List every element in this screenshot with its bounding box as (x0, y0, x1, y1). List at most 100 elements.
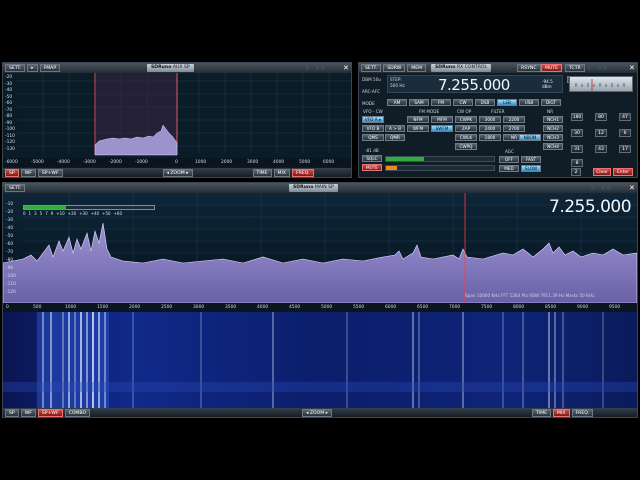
rx-nch4-button[interactable]: NCH4 (543, 143, 563, 150)
rx-wfm-button[interactable]: WFM (407, 125, 429, 132)
rx-agc-label: AGC (505, 149, 514, 154)
rx-mute-toggle[interactable]: MUTE (362, 164, 382, 171)
aux-sp-button[interactable]: SP (5, 168, 19, 177)
rx-mode-cw[interactable]: CW (453, 99, 473, 106)
rx-volume-slider[interactable] (385, 165, 495, 171)
rx-key-8[interactable]: 8 (571, 159, 583, 167)
rx-title-bar: SETT. SDRW MEM SDRuno RX CONTROL RSYNC M… (359, 63, 637, 73)
main-combo-button[interactable]: COMBO (64, 408, 91, 417)
rx-nbom-button[interactable]: NBOM (519, 134, 541, 141)
rx-qmr-button[interactable]: QMR (385, 134, 405, 141)
main-s-tick: +20 (67, 211, 77, 216)
rx-nch1-button[interactable]: NCH1 (543, 116, 563, 123)
rx-vfo-b-button[interactable]: VFO B (362, 125, 384, 132)
rx-mute-button[interactable]: MUTE (541, 64, 563, 72)
aux-title-brand: SDRuno (151, 65, 172, 70)
rx-agc-med[interactable]: MED (499, 165, 519, 172)
main-sett-button[interactable]: SETT. (5, 184, 26, 192)
rx-agc-fast[interactable]: FAST (521, 156, 541, 163)
rx-key-2[interactable]: 2 (571, 168, 581, 176)
rx-key-12[interactable]: 12 (595, 129, 607, 137)
rx-qms-button[interactable]: QMS (362, 134, 384, 141)
rx-nch2-button[interactable]: NCH2 (543, 125, 563, 132)
main-x-tick: 500 (33, 305, 42, 310)
rx-mode-fm[interactable]: FM (431, 99, 451, 106)
rx-mode-dsb[interactable]: DSB (475, 99, 495, 106)
rx-key-clear[interactable]: Clear (593, 168, 611, 176)
rx-vfo-a-button[interactable]: VFO A ▸ (362, 116, 384, 123)
rx-tctr-button[interactable]: TCTR (565, 64, 585, 72)
rx-cwpq-button[interactable]: CWPQ (455, 143, 477, 150)
rx-squelch-slider[interactable] (385, 156, 495, 162)
main-s-tick: +40 (90, 211, 100, 216)
rx-sqlc-button[interactable]: SQLC (362, 155, 382, 162)
main-spwf-button[interactable]: SP+WF (37, 408, 63, 417)
main-title-name: MAIN SP (314, 185, 334, 190)
rx-key-17[interactable]: 17 (619, 145, 631, 153)
rx-mode-usb[interactable]: USB (519, 99, 539, 106)
rx-key-30[interactable]: 30 (571, 129, 583, 137)
rx-a-b-button[interactable]: A > B (385, 125, 405, 132)
rx-mfm-button[interactable]: MFM (431, 116, 453, 123)
rx-key-43[interactable]: 43 (595, 145, 607, 153)
rx-mode-lsb[interactable]: LSB (497, 99, 517, 106)
rx-agc-off[interactable]: OFF (499, 156, 519, 163)
aux-zoom-control[interactable]: ◂ ZOOM ▸ (162, 168, 193, 177)
rx-sdrw-button[interactable]: SDRW (383, 64, 406, 72)
rx-mode-am[interactable]: AM (387, 99, 407, 106)
rx-sett-button[interactable]: SETT. (361, 64, 382, 72)
main-waterfall[interactable] (3, 312, 637, 408)
aux-x-axis: -6000 -5000 -4000 -3000 -2000 -1000 0 10… (3, 158, 351, 167)
rx-filter-2200[interactable]: 2200 (503, 116, 525, 123)
main-x-tick: 0 (6, 305, 9, 310)
main-bottom-bar: SP WF SP+WF COMBO ◂ ZOOM ▸ TIME MIX FREQ… (3, 408, 637, 417)
rx-mode-sam[interactable]: SAM (409, 99, 429, 106)
main-close-icon[interactable]: ✕ (629, 184, 635, 192)
main-wf-button[interactable]: WF (20, 408, 36, 417)
aux-sett-button[interactable]: SETT. (5, 64, 26, 72)
rx-agc-slow[interactable]: SLOW (521, 165, 541, 172)
aux-spwf-button[interactable]: SP+WF (37, 168, 63, 177)
rx-nch3-button[interactable]: NCH3 (543, 134, 563, 141)
rx-cwpk-button[interactable]: CWPK (455, 116, 477, 123)
main-spectrum-area[interactable]: 0 1 3 5 7 9 +10 +20 +30 +40 +50 +60 -10 … (3, 193, 637, 303)
rx-rsync-button[interactable]: RSYNC (517, 64, 541, 72)
aux-freq-button[interactable]: FREQ. (292, 168, 314, 177)
main-s-tick: +10 (56, 211, 65, 216)
rx-cwlk-button[interactable]: CWLK (455, 134, 477, 141)
rx-step-value[interactable]: 500 Hz (390, 83, 405, 88)
main-zoom-control[interactable]: ◂ ZOOM ▸ (302, 408, 332, 417)
rx-nfm-button[interactable]: NFM (407, 116, 429, 123)
aux-wf-button[interactable]: WF (20, 168, 36, 177)
main-s-tick: 9 (50, 211, 54, 216)
aux-close-icon[interactable]: ✕ (343, 64, 349, 72)
main-freq-button[interactable]: FREQ. (571, 408, 594, 417)
rx-swfm-button[interactable]: SWFM (431, 125, 453, 132)
aux-play-button[interactable]: ▸ (27, 64, 38, 72)
main-y-tick: -100 (6, 274, 16, 279)
aux-mix-button[interactable]: MIX (273, 168, 291, 177)
main-time-button[interactable]: TIME (532, 408, 552, 417)
rx-key-6[interactable]: 6 (619, 129, 631, 137)
rx-filter-1800[interactable]: 1800 (479, 134, 501, 141)
rx-key-enter[interactable]: Enter (613, 168, 633, 176)
rx-filter-2400[interactable]: 2400 (479, 125, 501, 132)
main-sp-button[interactable]: SP (5, 408, 19, 417)
aux-title: SDRuno AUX SP (147, 64, 194, 72)
main-frequency[interactable]: 7.255.000 (549, 197, 632, 217)
rx-key-80[interactable]: 80 (595, 113, 607, 121)
main-mix-button[interactable]: MIX (553, 408, 570, 417)
aux-fmap-button[interactable]: FMAP (39, 64, 61, 72)
rx-zap-button[interactable]: ZAP (455, 125, 477, 132)
aux-time-button[interactable]: TIME (252, 168, 272, 177)
rx-key-180[interactable]: 180 (571, 113, 583, 121)
rx-filter-3000[interactable]: 3000 (479, 116, 501, 123)
rx-close-icon[interactable]: ✕ (629, 64, 635, 72)
rx-key-47[interactable]: 47 (619, 113, 631, 121)
rx-mode-digt[interactable]: DIGT (541, 99, 561, 106)
rx-mem-button[interactable]: MEM (407, 64, 427, 72)
aux-spectrum-area[interactable]: -20 -30 -40 -50 -60 -70 -80 -90 -100 -11… (3, 73, 351, 158)
rx-frequency[interactable]: 7.255.000 (438, 76, 510, 94)
rx-filter-2700[interactable]: 2700 (503, 125, 525, 132)
rx-key-31[interactable]: 31 (571, 145, 583, 153)
